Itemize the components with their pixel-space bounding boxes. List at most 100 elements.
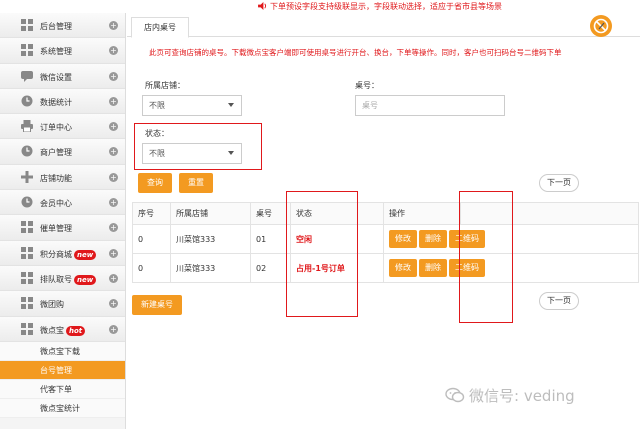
expand-plus-icon[interactable]: + [109, 273, 118, 283]
top-notice-bar: 下单预设字段支持级联显示，字段联动选择，适应于省市县等场景 [0, 0, 640, 13]
cell-number: 02 [250, 253, 291, 283]
cell-store: 川菜馆333 [170, 253, 251, 283]
sidebar-subitem[interactable]: 代客下单 [0, 379, 125, 399]
sidebar-item-label: 微团购 [40, 299, 64, 310]
grid-icon [21, 19, 33, 31]
status-label: 状态： [145, 129, 169, 138]
table-numbers-table: 序号 所属店铺 桌号 状态 操作 0 川菜馆333 01 空闲 修改 删除 二维码 … [132, 202, 639, 283]
sidebar-item-text: 会员中心 [40, 199, 72, 209]
sidebar-item-text: 系统管理 [40, 47, 72, 57]
next-page-button-bottom[interactable]: 下一页 [539, 292, 579, 310]
table-row: 0 川菜馆333 01 空闲 修改 删除 二维码 [132, 224, 639, 254]
sidebar-subitem[interactable]: 微点宝下载 [0, 341, 125, 361]
sidebar-menu: 后台管理 + 系统管理 + 微信设置 + 数据统计 + 订单中心 + 商户管理 + 店铺功能 + 会员中心 +… [0, 13, 125, 342]
store-label: 所属店铺： [145, 81, 185, 90]
sidebar-item-label: 后台管理 [40, 21, 72, 32]
sidebar-subitem[interactable]: 微点宝统计 [0, 398, 125, 418]
edit-button[interactable]: 修改 [389, 230, 417, 248]
sidebar-item-label: 微信设置 [40, 72, 72, 83]
watermark-text: 微信号: veding [469, 387, 575, 405]
table-number-input[interactable]: 桌号 [355, 95, 505, 116]
table-number-placeholder: 桌号 [362, 101, 378, 110]
sidebar-item-label: 微点宝 hot [40, 325, 86, 336]
sidebar-item-text: 积分商城 [40, 249, 72, 259]
sidebar-item-label: 排队取号 new [40, 274, 97, 285]
edit-button[interactable]: 修改 [389, 259, 417, 277]
sidebar-item-text: 催单管理 [40, 224, 72, 234]
sidebar-item-text: 排队取号 [40, 274, 72, 284]
header-store: 所属店铺 [170, 202, 251, 225]
expand-plus-icon[interactable]: + [109, 96, 118, 106]
sidebar-item-text: 店铺功能 [40, 173, 72, 183]
status-select-value: 不限 [149, 149, 165, 158]
sidebar-item-text: 微点宝 [40, 325, 64, 335]
sidebar-item[interactable]: 微信设置 + [0, 63, 125, 89]
speaker-icon [258, 2, 267, 10]
cell-index: 0 [132, 253, 171, 283]
no-dining-icon[interactable] [590, 15, 612, 37]
sidebar: 后台管理 + 系统管理 + 微信设置 + 数据统计 + 订单中心 + 商户管理 + 店铺功能 + 会员中心 +… [0, 13, 126, 429]
sidebar-item[interactable]: 微团购 + [0, 291, 125, 317]
store-select[interactable]: 不限 [142, 95, 242, 116]
expand-plus-icon[interactable]: + [109, 147, 118, 157]
notice-text: 下单预设字段支持级联显示，字段联动选择，适应于省市县等场景 [270, 2, 502, 11]
sidebar-item-text: 数据统计 [40, 97, 72, 107]
sidebar-item[interactable]: 商户管理 + [0, 139, 125, 165]
sidebar-item-text: 订单中心 [40, 123, 72, 133]
expand-plus-icon[interactable]: + [109, 122, 118, 132]
store-select-value: 不限 [149, 101, 165, 110]
badge-hot: hot [66, 325, 86, 336]
notice: 下单预设字段支持级联显示，字段联动选择，适应于省市县等场景 [258, 1, 502, 12]
sidebar-item[interactable]: 积分商城 new + [0, 240, 125, 266]
sidebar-item[interactable]: 排队取号 new + [0, 265, 125, 292]
sidebar-item-text: 商户管理 [40, 148, 72, 158]
clock-icon [21, 145, 33, 157]
tab-table-numbers[interactable]: 店内桌号 [131, 17, 189, 38]
badge-new: new [74, 249, 97, 260]
sidebar-item-label: 订单中心 [40, 122, 72, 133]
sidebar-item-label: 商户管理 [40, 147, 72, 158]
expand-plus-icon[interactable]: + [109, 198, 118, 208]
search-button[interactable]: 查询 [138, 173, 172, 193]
sidebar-item-label: 店铺功能 [40, 173, 72, 184]
table-row: 0 川菜馆333 02 占用-1号订单 修改 删除 二维码 [132, 253, 639, 283]
header-number: 桌号 [250, 202, 291, 225]
sidebar-item[interactable]: 催单管理 + [0, 215, 125, 241]
sidebar-item[interactable]: 数据统计 + [0, 88, 125, 115]
expand-plus-icon[interactable]: + [109, 21, 118, 30]
chat-icon [21, 70, 33, 82]
expand-plus-icon[interactable]: + [109, 46, 118, 56]
sidebar-item[interactable]: 订单中心 + [0, 114, 125, 140]
header-index: 序号 [132, 202, 171, 225]
table-header-row: 序号 所属店铺 桌号 状态 操作 [132, 202, 639, 225]
expand-plus-icon[interactable]: + [109, 71, 118, 81]
chevron-down-icon [228, 151, 234, 155]
main-content: 店内桌号 此页可查询店铺的桌号。下载微点宝客户端即可使用桌号进行开台、换台，下单… [127, 13, 640, 429]
watermark: 微信号: veding [445, 385, 575, 406]
sidebar-subitem[interactable]: 台号管理 [0, 360, 125, 380]
expand-plus-icon[interactable]: + [109, 299, 118, 309]
sidebar-item[interactable]: 微点宝 hot + [0, 316, 125, 342]
expand-plus-icon[interactable]: + [109, 248, 118, 258]
expand-plus-icon[interactable]: + [109, 172, 118, 182]
cell-number: 01 [250, 224, 291, 254]
sidebar-item[interactable]: 后台管理 + [0, 13, 125, 39]
reset-button[interactable]: 重置 [179, 173, 213, 193]
chevron-down-icon [228, 103, 234, 107]
sidebar-item-text: 微团购 [40, 300, 64, 310]
sidebar-item-label: 积分商城 new [40, 249, 97, 260]
status-select[interactable]: 不限 [142, 143, 242, 164]
grid-icon [21, 246, 33, 259]
cell-store: 川菜馆333 [170, 224, 251, 254]
next-page-button-top[interactable]: 下一页 [539, 174, 579, 192]
grid-icon [21, 271, 33, 284]
sidebar-item[interactable]: 店铺功能 + [0, 164, 125, 191]
new-table-button[interactable]: 新建桌号 [132, 295, 182, 315]
sidebar-item[interactable]: 系统管理 + [0, 38, 125, 64]
clock-icon [21, 95, 33, 107]
expand-plus-icon[interactable]: + [109, 223, 118, 233]
sidebar-item[interactable]: 会员中心 + [0, 190, 125, 216]
expand-plus-icon[interactable]: + [109, 324, 118, 334]
delete-button[interactable]: 删除 [419, 259, 447, 277]
delete-button[interactable]: 删除 [419, 230, 447, 248]
